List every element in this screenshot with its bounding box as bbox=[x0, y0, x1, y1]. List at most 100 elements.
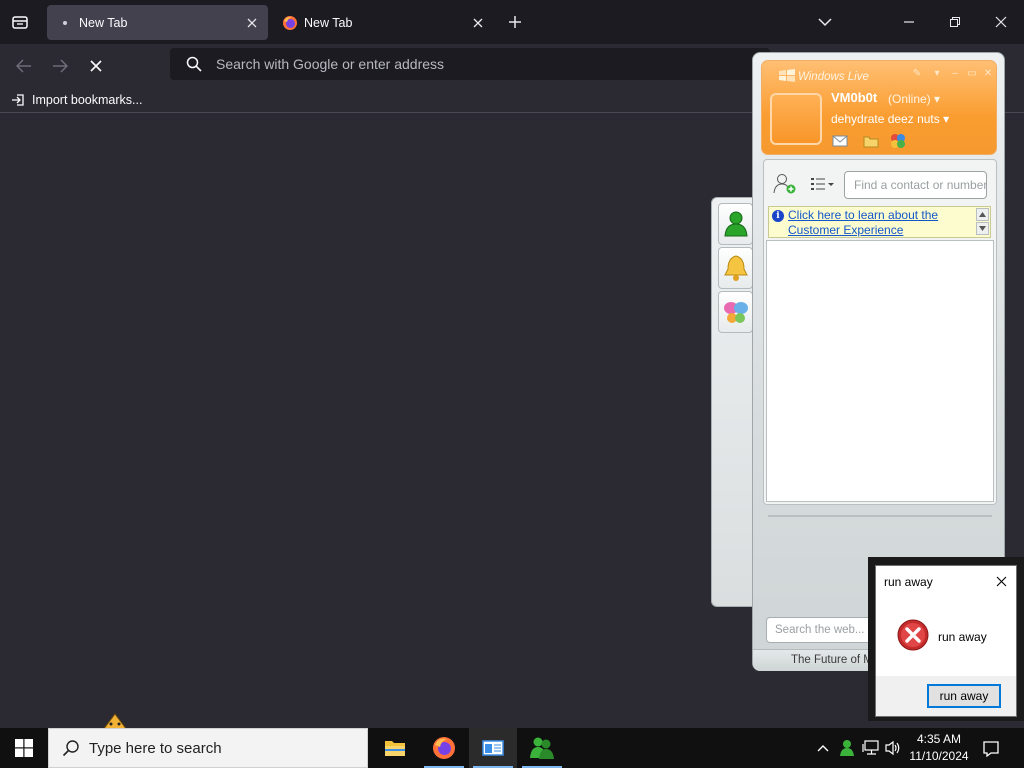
msn-close-button[interactable]: ✕ bbox=[981, 66, 995, 80]
add-contact-icon bbox=[773, 174, 796, 194]
dialog-ok-button[interactable]: run away bbox=[927, 684, 1001, 708]
stop-icon bbox=[90, 60, 102, 72]
msn-today-button[interactable] bbox=[889, 134, 907, 148]
mail-button[interactable] bbox=[831, 134, 849, 148]
butterfly-icon bbox=[723, 302, 748, 323]
windows-taskbar: Type here to search 4:35 AM 11/10/2024 bbox=[0, 728, 1024, 768]
tab-list-button[interactable] bbox=[6, 9, 34, 35]
taskbar-clock[interactable]: 4:35 AM 11/10/2024 bbox=[908, 731, 970, 765]
msn-maximize-button[interactable]: ▭ bbox=[965, 66, 979, 80]
minimize-button[interactable] bbox=[886, 0, 932, 44]
personal-message[interactable]: dehydrate deez nuts ▾ bbox=[831, 112, 949, 126]
contacts-tab-button[interactable] bbox=[718, 203, 753, 245]
taskbar-file-explorer[interactable] bbox=[371, 728, 419, 768]
customer-experience-link[interactable]: Click here to learn about the Customer E… bbox=[788, 208, 968, 238]
chevron-up-icon bbox=[817, 745, 829, 752]
dialog-close-button[interactable] bbox=[992, 572, 1010, 590]
address-bar[interactable] bbox=[170, 48, 770, 80]
error-dialog: run away run away run away bbox=[875, 565, 1017, 717]
tray-network-button[interactable] bbox=[861, 738, 881, 758]
clock-date: 11/10/2024 bbox=[909, 749, 969, 763]
info-scrollbar[interactable] bbox=[976, 208, 989, 236]
tab-close-button[interactable] bbox=[240, 11, 264, 35]
notification-icon bbox=[983, 741, 999, 758]
browser-tab-bar: New Tab New Tab bbox=[0, 0, 1024, 44]
import-icon bbox=[10, 92, 26, 108]
tab-close-button[interactable] bbox=[466, 11, 490, 35]
tab-new-tab-active[interactable]: New Tab bbox=[47, 5, 268, 40]
minimize-icon: – bbox=[952, 67, 958, 79]
maximize-icon: ▭ bbox=[967, 67, 977, 79]
address-input[interactable] bbox=[216, 56, 736, 72]
status-label: (Online) bbox=[888, 92, 931, 106]
wrench-icon: ✎ bbox=[912, 67, 922, 79]
tab-title: New Tab bbox=[304, 15, 353, 30]
stop-button[interactable] bbox=[82, 52, 110, 80]
maximize-button[interactable] bbox=[932, 0, 978, 44]
personal-message-text: dehydrate deez nuts bbox=[831, 112, 940, 126]
show-hidden-icons-button[interactable] bbox=[813, 738, 833, 758]
search-icon bbox=[61, 738, 81, 758]
msn-minimize-button[interactable]: – bbox=[948, 66, 962, 80]
windows-logo-icon bbox=[779, 69, 795, 82]
import-bookmarks-button[interactable]: Import bookmarks... bbox=[10, 90, 142, 110]
info-icon: i bbox=[772, 210, 784, 222]
list-view-icon bbox=[811, 178, 834, 190]
buddy-icon bbox=[723, 211, 748, 237]
msn-settings-button[interactable]: ✎ bbox=[910, 66, 924, 80]
bell-icon bbox=[723, 255, 748, 281]
taskbar-search-box[interactable]: Type here to search bbox=[48, 728, 368, 768]
msn-dropdown-button[interactable]: ▾ bbox=[930, 66, 944, 80]
plus-icon bbox=[509, 16, 521, 28]
chevron-down-icon bbox=[818, 18, 832, 27]
taskbar-window-app[interactable] bbox=[469, 728, 517, 768]
status-dropdown[interactable]: (Online) ▾ bbox=[888, 92, 940, 106]
fun-tab-button[interactable] bbox=[718, 291, 753, 333]
close-window-button[interactable] bbox=[978, 0, 1024, 44]
mail-icon bbox=[832, 135, 848, 147]
new-tab-button[interactable] bbox=[502, 9, 528, 35]
view-options-button[interactable] bbox=[808, 172, 838, 196]
msn-profile-header: Windows Live ✎ ▾ – ▭ ✕ VM0b0t (Online) ▾… bbox=[761, 60, 997, 155]
messenger-buddy-icon bbox=[840, 740, 854, 756]
tab-new-tab[interactable]: New Tab bbox=[272, 5, 494, 40]
close-icon bbox=[473, 18, 483, 27]
search-icon bbox=[184, 54, 204, 74]
tray-volume-button[interactable] bbox=[883, 738, 903, 758]
add-contact-button[interactable] bbox=[770, 172, 800, 196]
chevron-down-icon: ▾ bbox=[934, 67, 940, 79]
scroll-down-button[interactable] bbox=[976, 222, 989, 235]
msn-title: Windows Live bbox=[798, 71, 869, 83]
close-icon bbox=[996, 576, 1006, 586]
messenger-buddy-icon bbox=[530, 737, 554, 759]
alerts-tab-button[interactable] bbox=[718, 247, 753, 289]
clock-time: 4:35 AM bbox=[916, 732, 962, 746]
close-icon bbox=[247, 18, 257, 27]
action-center-button[interactable] bbox=[980, 738, 1002, 760]
folder-icon bbox=[863, 136, 879, 147]
window-app-icon bbox=[482, 740, 504, 756]
tray-messenger-button[interactable] bbox=[837, 738, 857, 758]
list-all-tabs-button[interactable] bbox=[812, 9, 838, 35]
find-contact-input[interactable]: Find a contact or number bbox=[844, 171, 987, 199]
chevron-down-icon bbox=[979, 226, 986, 231]
scroll-up-button[interactable] bbox=[976, 208, 989, 221]
taskbar-firefox[interactable] bbox=[420, 728, 468, 768]
forward-button[interactable] bbox=[46, 52, 74, 80]
display-name[interactable]: VM0b0t bbox=[831, 90, 877, 105]
back-button[interactable] bbox=[10, 52, 38, 80]
folder-button[interactable] bbox=[862, 134, 880, 148]
taskbar-msn-messenger[interactable] bbox=[518, 728, 566, 768]
butterfly-icon bbox=[891, 134, 905, 148]
contact-list[interactable] bbox=[766, 240, 994, 502]
dialog-message: run away bbox=[938, 630, 987, 644]
chevron-up-icon bbox=[979, 212, 986, 217]
firefox-icon bbox=[282, 15, 298, 31]
close-icon bbox=[995, 16, 1007, 28]
avatar[interactable] bbox=[770, 93, 822, 145]
contacts-panel: Find a contact or number i Click here to… bbox=[763, 159, 997, 505]
chevron-down-icon: ▾ bbox=[943, 112, 950, 126]
tab-title: New Tab bbox=[79, 15, 128, 30]
info-bar: i Click here to learn about the Customer… bbox=[768, 206, 991, 238]
start-button[interactable] bbox=[0, 728, 48, 768]
